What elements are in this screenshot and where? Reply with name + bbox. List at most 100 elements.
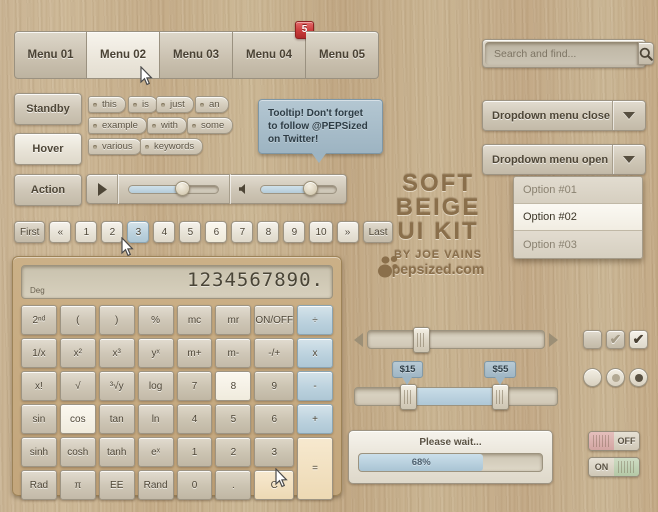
action-button[interactable]: Action — [14, 174, 82, 206]
calc-key-ONOFF[interactable]: ON/OFF — [254, 305, 294, 335]
checkbox-checked-dark[interactable]: ✔ — [629, 330, 648, 349]
tag-this[interactable]: this — [88, 96, 126, 113]
calc-key-[interactable]: - — [297, 371, 333, 401]
single-slider-track[interactable] — [367, 330, 545, 349]
menu-item-4[interactable]: Menu 04 5 — [233, 31, 306, 79]
range-slider-knob-high[interactable] — [492, 384, 509, 410]
calc-key-x[interactable]: x — [297, 338, 333, 368]
page-10[interactable]: 10 — [309, 221, 332, 243]
tag-is[interactable]: is — [128, 96, 158, 113]
calc-key-x[interactable]: x! — [21, 371, 57, 401]
calc-key-5[interactable]: 5 — [215, 404, 251, 434]
seek-knob[interactable] — [175, 181, 190, 196]
slider-left-arrow-icon[interactable] — [354, 333, 363, 347]
dropdown-option-1[interactable]: Option #01 — [514, 177, 642, 204]
radio-selected-dark[interactable] — [629, 368, 648, 387]
calc-key-e[interactable]: eˣ — [138, 437, 174, 467]
seek-track[interactable] — [128, 185, 219, 194]
standby-button[interactable]: Standby — [14, 93, 82, 125]
calc-key-8[interactable]: 8 — [215, 371, 251, 401]
page-6[interactable]: 6 — [205, 221, 227, 243]
calc-key-tanh[interactable]: tanh — [99, 437, 135, 467]
calc-key-[interactable]: ) — [99, 305, 135, 335]
page-5[interactable]: 5 — [179, 221, 201, 243]
dropdown-closed-toggle[interactable] — [612, 101, 645, 130]
calc-key-[interactable]: ÷ — [297, 305, 333, 335]
dropdown-closed[interactable]: Dropdown menu close — [482, 100, 646, 131]
calc-key-ln[interactable]: ln — [138, 404, 174, 434]
calc-key-sin[interactable]: sin — [21, 404, 57, 434]
dropdown-open[interactable]: Dropdown menu open — [482, 144, 646, 175]
play-button[interactable] — [87, 183, 117, 196]
slider-right-arrow-icon[interactable] — [549, 333, 558, 347]
calc-key-mc[interactable]: mc — [177, 305, 213, 335]
range-slider-track[interactable]: $15 $55 — [354, 387, 558, 406]
calc-key-[interactable]: π — [60, 470, 96, 500]
calc-key-[interactable]: + — [297, 404, 333, 434]
toggle-handle[interactable] — [589, 432, 614, 450]
calc-key-[interactable]: = — [297, 437, 333, 500]
calc-key-6[interactable]: 6 — [254, 404, 294, 434]
page-first[interactable]: First — [14, 221, 45, 243]
calc-key-Rad[interactable]: Rad — [21, 470, 57, 500]
page-prev[interactable]: « — [49, 221, 71, 243]
calc-key-[interactable]: -/+ — [254, 338, 294, 368]
calc-key-Rand[interactable]: Rand — [138, 470, 174, 500]
calc-key-x[interactable]: x³ — [99, 338, 135, 368]
tag-just[interactable]: just — [156, 96, 194, 113]
checkbox-unchecked[interactable] — [583, 330, 602, 349]
calc-key-C[interactable]: C — [254, 470, 294, 500]
calc-key-m[interactable]: m+ — [177, 338, 213, 368]
calc-key-[interactable]: ( — [60, 305, 96, 335]
calc-key-9[interactable]: 9 — [254, 371, 294, 401]
tag-example[interactable]: example — [88, 117, 147, 134]
calc-key-mr[interactable]: mr — [215, 305, 251, 335]
calc-key-7[interactable]: 7 — [177, 371, 213, 401]
menu-item-3[interactable]: Menu 03 — [160, 31, 233, 79]
calc-key-sinh[interactable]: sinh — [21, 437, 57, 467]
mute-button[interactable] — [230, 183, 258, 195]
calc-key-2[interactable]: 2ⁿᵈ — [21, 305, 57, 335]
calc-key-2[interactable]: 2 — [215, 437, 251, 467]
tag-with[interactable]: with — [147, 117, 187, 134]
volume-slider[interactable] — [258, 185, 346, 194]
calc-key-cos[interactable]: cos — [60, 404, 96, 434]
volume-track[interactable] — [260, 185, 337, 194]
calc-key-0[interactable]: 0 — [177, 470, 213, 500]
page-4[interactable]: 4 — [153, 221, 175, 243]
radio-selected-light[interactable] — [606, 368, 625, 387]
radio-unselected[interactable] — [583, 368, 602, 387]
dropdown-option-2[interactable]: Option #02 — [514, 204, 642, 231]
calc-key-tan[interactable]: tan — [99, 404, 135, 434]
single-slider-knob[interactable] — [413, 327, 430, 353]
toggle-off[interactable]: OFF — [588, 431, 640, 451]
page-2[interactable]: 2 — [101, 221, 123, 243]
calc-key-log[interactable]: log — [138, 371, 174, 401]
calc-key-y[interactable]: ³√y — [99, 371, 135, 401]
dropdown-option-3[interactable]: Option #03 — [514, 231, 642, 258]
calc-key-y[interactable]: yˣ — [138, 338, 174, 368]
dropdown-open-toggle[interactable] — [612, 145, 645, 174]
page-1[interactable]: 1 — [75, 221, 97, 243]
calc-key-cosh[interactable]: cosh — [60, 437, 96, 467]
search-input[interactable] — [485, 42, 638, 65]
calc-key-m[interactable]: m- — [215, 338, 251, 368]
calc-key-EE[interactable]: EE — [99, 470, 135, 500]
calc-key-[interactable]: . — [215, 470, 251, 500]
hover-button[interactable]: Hover — [14, 133, 82, 165]
calc-key-1[interactable]: 1 — [177, 437, 213, 467]
page-next[interactable]: » — [337, 221, 359, 243]
menu-item-1[interactable]: Menu 01 — [14, 31, 87, 79]
seek-slider[interactable] — [118, 185, 229, 194]
page-7[interactable]: 7 — [231, 221, 253, 243]
search-button[interactable] — [638, 42, 654, 65]
checkbox-checked-light[interactable]: ✔ — [606, 330, 625, 349]
toggle-on[interactable]: ON — [588, 457, 640, 477]
calc-key-[interactable]: % — [138, 305, 174, 335]
tag-keywords[interactable]: keywords — [140, 138, 203, 155]
calc-key-4[interactable]: 4 — [177, 404, 213, 434]
range-slider-knob-low[interactable] — [400, 384, 417, 410]
page-8[interactable]: 8 — [257, 221, 279, 243]
menu-item-5[interactable]: Menu 05 — [306, 31, 379, 79]
calc-key-3[interactable]: 3 — [254, 437, 294, 467]
